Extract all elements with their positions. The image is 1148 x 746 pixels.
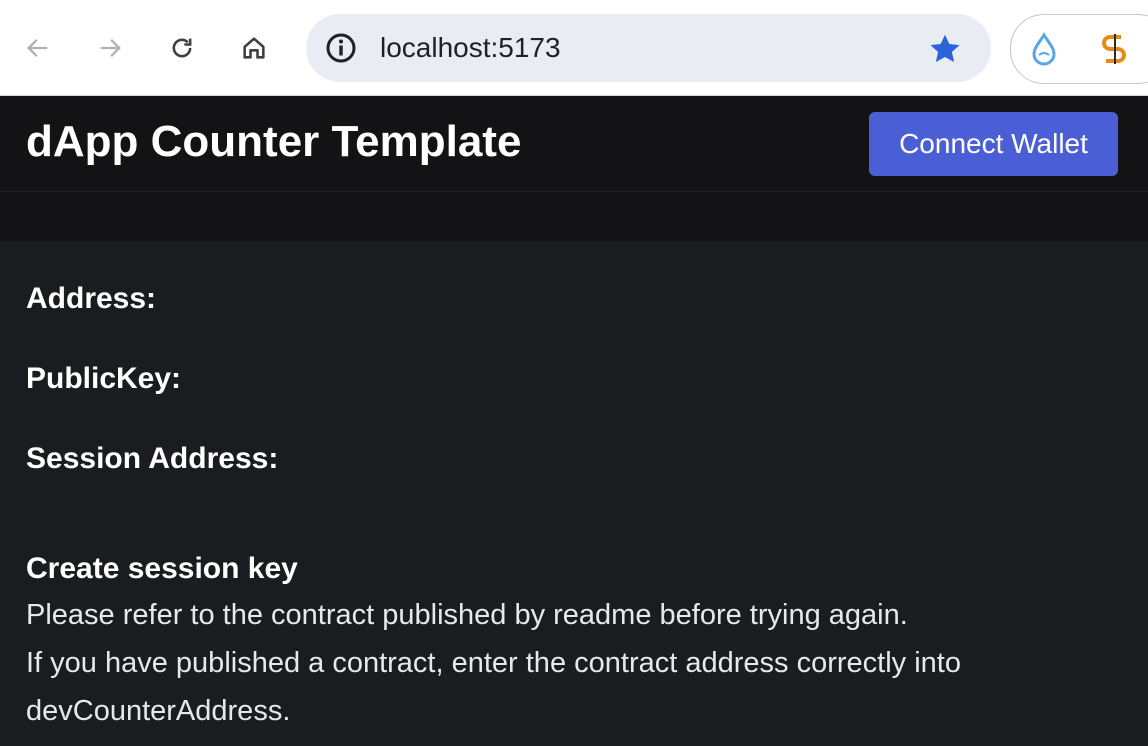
- extensions-bar: [1010, 14, 1148, 84]
- sui-wallet-icon[interactable]: [1027, 31, 1061, 67]
- header-subbar: [0, 192, 1148, 241]
- back-arrow-icon[interactable]: [16, 26, 60, 70]
- session-address-row: Session Address:: [26, 441, 286, 477]
- connect-wallet-button[interactable]: Connect Wallet: [869, 112, 1118, 176]
- session-message-line2: If you have published a contract, enter …: [26, 647, 961, 727]
- session-message-line1: Please refer to the contract published b…: [26, 599, 908, 631]
- bookmark-star-icon[interactable]: [927, 31, 963, 67]
- browser-toolbar: localhost:5173: [0, 0, 1148, 96]
- publickey-row: PublicKey:: [26, 361, 189, 397]
- address-bar[interactable]: localhost:5173: [306, 14, 991, 82]
- session-address-label: Session Address:: [26, 442, 279, 475]
- surf-wallet-icon[interactable]: [1097, 31, 1131, 67]
- reload-icon[interactable]: [160, 26, 204, 70]
- address-row: Address:: [26, 281, 164, 317]
- address-label: Address:: [26, 282, 157, 315]
- publickey-label: PublicKey:: [26, 362, 182, 395]
- app-header: dApp Counter Template Connect Wallet: [0, 96, 1148, 192]
- url-text[interactable]: localhost:5173: [380, 33, 561, 63]
- app-title: dApp Counter Template: [26, 117, 522, 166]
- create-session-key-heading: Create session key: [26, 552, 298, 585]
- home-icon[interactable]: [232, 26, 276, 70]
- forward-arrow-icon[interactable]: [88, 26, 132, 70]
- site-info-icon[interactable]: [324, 31, 358, 65]
